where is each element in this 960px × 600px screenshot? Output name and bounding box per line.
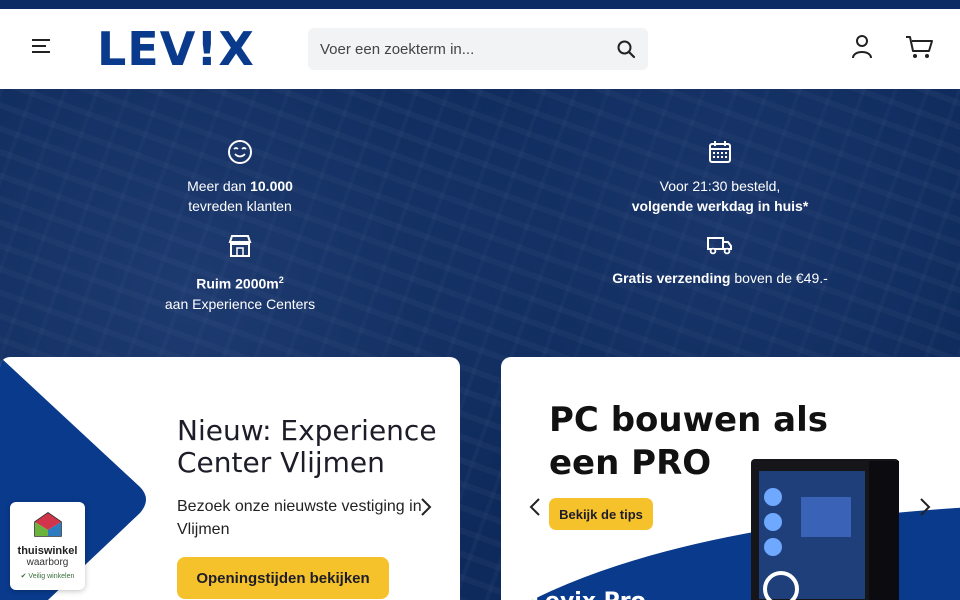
thuiswinkel-badge[interactable]: thuiswinkel waarborg ✔ Veilig winkelen	[10, 502, 85, 590]
site-header: LEV!X	[0, 9, 960, 89]
usp-customers-line2: tevreden klanten	[188, 198, 292, 214]
badge-line1: thuiswinkel	[17, 545, 78, 557]
chevron-right-icon[interactable]	[915, 495, 935, 519]
card2-partial-text: Levix Pro	[531, 589, 646, 600]
search-bar	[308, 28, 648, 70]
chevron-right-icon[interactable]	[416, 495, 436, 519]
store-icon	[140, 233, 340, 264]
hamburger-menu-icon[interactable]	[28, 35, 54, 57]
opening-hours-button[interactable]: Openingstijden bekijken	[177, 557, 389, 599]
card1-text: Bezoek onze nieuwste vestiging in Vlijme…	[177, 498, 422, 538]
card1-title: Nieuw: Experience Center Vlijmen	[177, 415, 437, 479]
house-icon	[33, 512, 62, 537]
badge-line2: waarborg	[26, 557, 69, 568]
usp-experience: Ruim 2000m2 aan Experience Centers	[140, 233, 340, 314]
usp-shipping-line1: Gratis verzending boven de €49.-	[612, 270, 828, 286]
card1-title-line2: Center Vlijmen	[177, 446, 385, 479]
account-icon[interactable]	[848, 33, 876, 61]
usp-shipping: Gratis verzending boven de €49.-	[580, 233, 860, 288]
search-icon[interactable]	[604, 28, 648, 70]
card1-title-line1: Nieuw: Experience	[177, 414, 437, 447]
levix-logo[interactable]: LEV!X	[97, 23, 255, 75]
card2-title-line2: een PRO	[549, 443, 712, 483]
view-tips-button[interactable]: Bekijk de tips	[549, 498, 653, 530]
card2-title: PC bouwen als een PRO	[549, 399, 828, 485]
truck-icon	[580, 233, 860, 262]
cart-icon[interactable]	[904, 33, 934, 61]
usp-customers: Meer dan 10.000 tevreden klanten	[140, 139, 340, 216]
badge-line3: ✔ Veilig winkelen	[20, 573, 75, 580]
usp-delivery-line1: Voor 21:30 besteld,	[659, 178, 781, 194]
usp-delivery-line2: volgende werkdag in huis*	[631, 198, 809, 214]
card2-title-line1: PC bouwen als	[549, 400, 828, 440]
calendar-icon	[600, 139, 840, 170]
usp-delivery: Voor 21:30 besteld, volgende werkdag in …	[600, 139, 840, 216]
usp-customers-line1: Meer dan 10.000	[187, 178, 293, 194]
pc-building-card: PC bouwen als een PRO Bekijk de tips Lev…	[501, 357, 960, 600]
usp-experience-line2: aan Experience Centers	[164, 295, 316, 312]
search-input[interactable]	[308, 40, 604, 58]
top-bar	[0, 0, 960, 9]
usp-experience-line1: Ruim 2000m2	[196, 275, 284, 292]
smiley-icon	[140, 139, 340, 170]
chevron-left-icon[interactable]	[525, 495, 545, 519]
